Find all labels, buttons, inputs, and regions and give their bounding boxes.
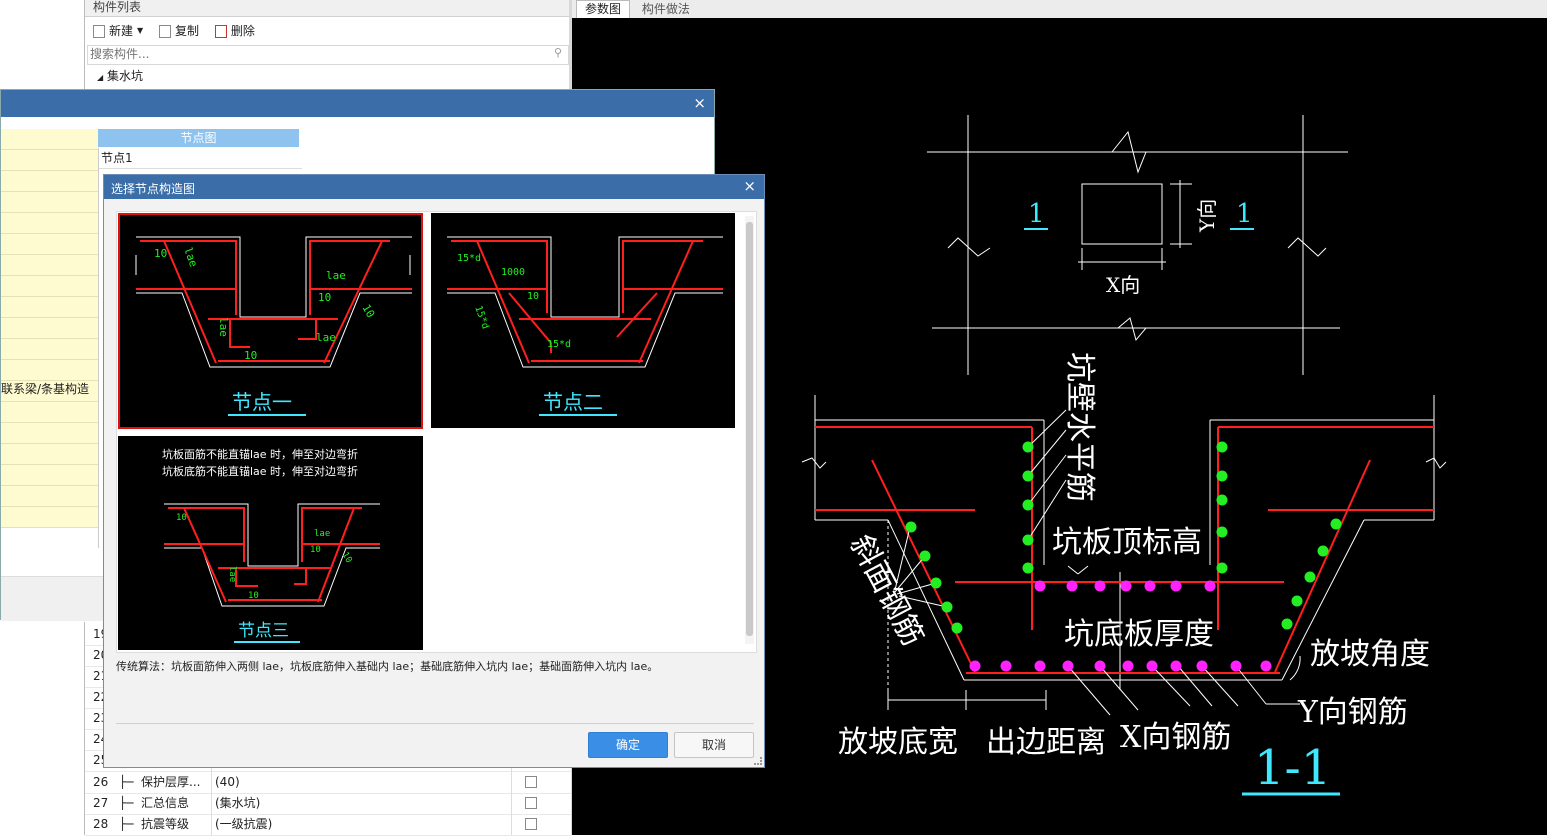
node-option-3-note-2: 坑板底筋不能直锚lae 时，伸至对边弯折 [162, 464, 358, 478]
tab-param-diagram[interactable]: 参数图 [576, 0, 631, 18]
checkbox[interactable] [525, 797, 537, 809]
vertical-scrollbar[interactable] [745, 216, 754, 644]
footer-divider [116, 723, 754, 724]
svg-text:lae: lae [217, 317, 230, 337]
node-option-3-drawing: 坑板面筋不能直锚lae 时，伸至对边弯折 坑板底筋不能直锚lae 时，伸至对边弯… [162, 447, 380, 643]
svg-text:lae: lae [316, 331, 336, 344]
new-button[interactable]: 新建 ▼ [93, 17, 143, 45]
svg-text:10: 10 [310, 545, 321, 555]
dropdown-arrow-icon: ▼ [137, 26, 144, 35]
dialog-header: 选择节点构造图 × [104, 175, 764, 199]
x-direction-label: X向 [1106, 273, 1140, 297]
svg-text:10: 10 [359, 302, 377, 320]
method-description: 传统算法：坑板面筋伸入两侧 lae，坑板底筋伸入基础内 lae；基础底筋伸入坑内… [116, 660, 659, 673]
svg-text:10: 10 [248, 591, 259, 601]
node-diagram-column-header: 节点图 [98, 129, 299, 147]
node-option-1-drawing: 10 lae lae 10 lae 10 lae 10 节点一 [135, 236, 412, 416]
close-icon[interactable]: × [743, 177, 756, 195]
node-diagram-cell[interactable]: 节点1 [98, 148, 302, 169]
tab-component-method[interactable]: 构件做法 [634, 1, 698, 18]
cancel-button[interactable]: 取消 [674, 732, 754, 758]
slope-angle-label: 放坡角度 [1310, 637, 1430, 672]
copy-button[interactable]: 复制 [159, 17, 199, 45]
svg-text:15*d: 15*d [472, 304, 491, 330]
svg-text:lae: lae [326, 269, 346, 282]
svg-text:10: 10 [318, 291, 331, 304]
svg-text:1000: 1000 [501, 267, 525, 278]
svg-text:10: 10 [339, 551, 353, 565]
collapse-triangle-icon[interactable]: ◢ [97, 73, 103, 82]
svg-text:15*d: 15*d [547, 339, 571, 350]
y-direction-label: Y向 [1195, 199, 1219, 233]
node-option-1-caption: 节点一 [232, 390, 292, 414]
component-toolbar: 新建 ▼ 复制 删除 [85, 17, 571, 45]
checkbox[interactable] [525, 818, 537, 830]
truncated-cell-text: 联系梁/条基构造 [1, 382, 90, 396]
search-icon[interactable]: ⚲ [554, 46, 562, 59]
section-mark-right: 1 [1236, 199, 1253, 229]
node-option-2-drawing: 15*d 1000 10 15*d 15*d 节点二 [447, 236, 723, 416]
node-option-1[interactable]: 10 lae lae 10 lae 10 lae 10 节点一 [118, 213, 423, 429]
node-option-2-caption: 节点二 [543, 390, 603, 414]
svg-text:lae: lae [314, 529, 330, 539]
resize-grip-icon[interactable] [754, 757, 762, 765]
svg-text:10: 10 [527, 291, 539, 302]
param-view-tabs: 参数图 构件做法 [572, 0, 1547, 19]
delete-icon [214, 24, 227, 38]
wall-horizontal-rebar-label: 坑壁水平筋 [1062, 352, 1097, 502]
copy-icon [159, 24, 171, 38]
node-option-3-note-1: 坑板面筋不能直锚lae 时，伸至对边弯折 [162, 447, 358, 461]
svg-text:lae: lae [181, 246, 200, 269]
svg-text:10: 10 [244, 349, 257, 362]
component-list-title: 构件列表 [85, 0, 571, 17]
grid-separator [98, 148, 99, 548]
new-file-icon [93, 24, 105, 38]
edge-distance-label: 出边距离 [986, 725, 1106, 760]
ok-button[interactable]: 确定 [588, 732, 668, 758]
bottom-slab-thickness-label: 坑底板厚度 [1064, 617, 1214, 652]
search-box: ⚲ [87, 45, 569, 65]
slab-top-elevation-label: 坑板顶标高 [1052, 525, 1202, 560]
slope-rebar-label: 斜面钢筋 [843, 529, 930, 651]
options-area: 10 lae lae 10 lae 10 lae 10 节点一 15*d 100… [116, 211, 757, 653]
svg-text:lae: lae [227, 566, 237, 582]
svg-text:15*d: 15*d [457, 253, 481, 264]
y-rebar-label: Y向钢筋 [1297, 695, 1408, 730]
close-icon[interactable]: × [693, 94, 706, 112]
dialog-title: 选择节点构造图 [111, 182, 196, 196]
property-row-summary-info[interactable]: 27 ├─ 汇总信息 (集水坑) [85, 793, 571, 815]
svg-text:10: 10 [154, 247, 167, 260]
svg-text:10: 10 [176, 513, 187, 523]
node-option-3-caption: 节点三 [238, 621, 289, 641]
slope-bottom-width-label: 放坡底宽 [838, 725, 958, 760]
property-row-seismic-grade[interactable]: 28 ├─ 抗震等级 (一级抗震) [85, 814, 571, 836]
property-row-cover-thickness[interactable]: 26 ├─ 保护层厚... (40) [85, 772, 571, 794]
scrollbar-thumb[interactable] [746, 222, 753, 636]
select-node-dialog: 选择节点构造图 × 10 lae lae 10 lae 10 lae 10 节点… [103, 174, 765, 768]
x-rebar-label: X向钢筋 [1120, 720, 1231, 755]
node-option-3[interactable]: 坑板面筋不能直锚lae 时，伸至对边弯折 坑板底筋不能直锚lae 时，伸至对边弯… [118, 436, 423, 650]
search-input[interactable] [88, 46, 532, 62]
node-option-2[interactable]: 15*d 1000 10 15*d 15*d 节点二 [431, 213, 735, 428]
section-1-1-label: 1-1 [1254, 740, 1331, 796]
yellow-value-column [1, 129, 98, 546]
background-dialog-header: × [1, 90, 714, 117]
component-list-panel: 构件列表 新建 ▼ 复制 删除 ⚲ ◢ 集水坑 [84, 0, 572, 89]
delete-button[interactable]: 删除 [214, 17, 255, 45]
tree-root-item[interactable]: ◢ 集水坑 [85, 65, 571, 87]
section-mark-left: 1 [1028, 199, 1045, 229]
checkbox[interactable] [525, 776, 537, 788]
